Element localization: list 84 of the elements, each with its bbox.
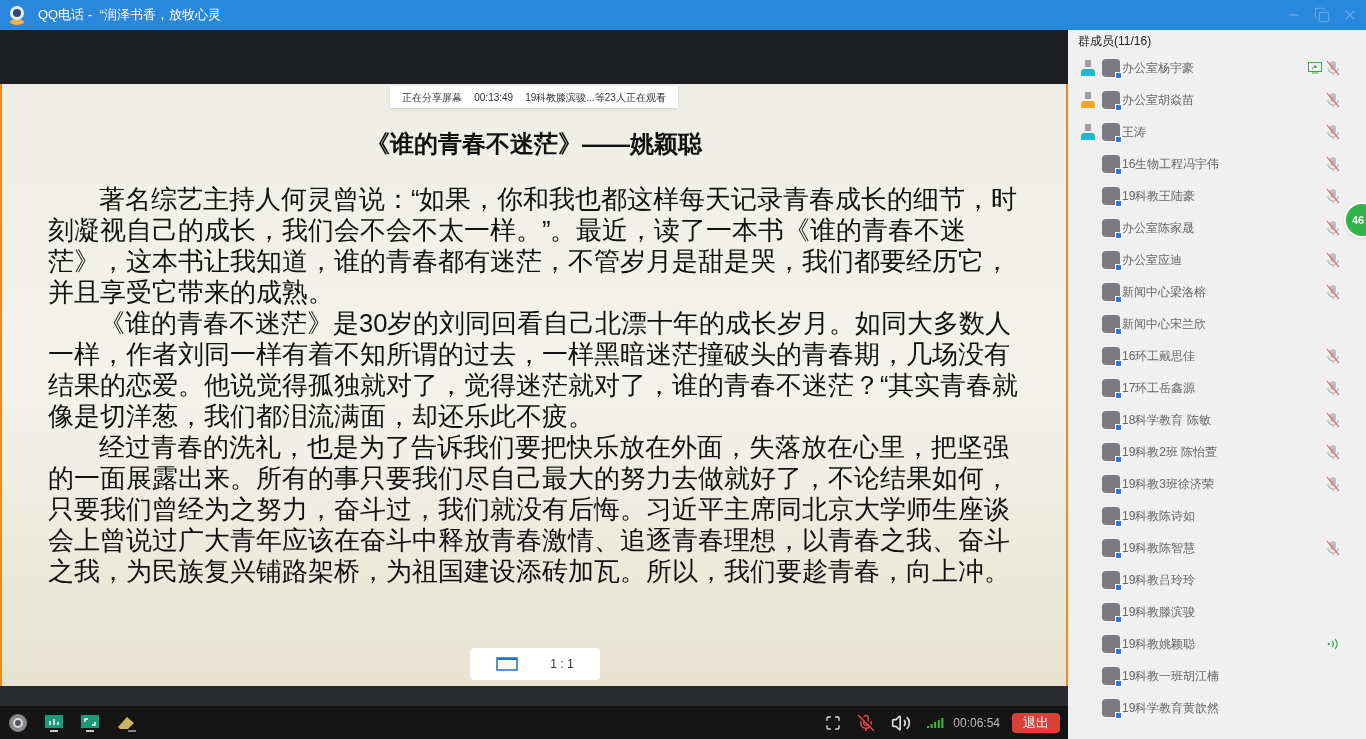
member-name: 19科教滕滨骏 <box>1122 604 1196 621</box>
window-icon <box>496 657 519 671</box>
avatar-placeholder <box>1102 539 1120 557</box>
member-name: 19科教陈诗如 <box>1122 508 1196 525</box>
member-row[interactable]: 19科教陈诗如 <box>1068 500 1342 532</box>
avatar-placeholder <box>1102 667 1120 685</box>
avatar-placeholder <box>1102 379 1120 397</box>
avatar-placeholder <box>1102 219 1120 237</box>
member-name: 王涛 <box>1122 124 1146 141</box>
call-timer: 00:06:54 <box>953 714 1000 732</box>
member-name: 18科学教育 陈敏 <box>1122 412 1211 429</box>
window-title: QQ电话 - “润泽书香，放牧心灵 <box>38 6 221 25</box>
share-status: 正在分享屏幕 <box>402 90 463 105</box>
avatar-placeholder <box>1102 347 1120 365</box>
member-name: 19科教3班徐济荣 <box>1122 476 1215 493</box>
member-row[interactable]: 19科教2班 陈怡萱 <box>1068 436 1342 468</box>
member-name: 19科教2班 陈怡萱 <box>1122 444 1218 461</box>
member-row[interactable]: 17环工岳鑫源 <box>1068 372 1342 404</box>
fullscreen-icon[interactable] <box>825 714 842 731</box>
member-name: 19科教王陆豪 <box>1122 188 1196 205</box>
camera-logo-icon <box>8 5 26 25</box>
member-row[interactable]: 新闻中心宋兰欣 <box>1068 308 1342 340</box>
member-name: 17环工岳鑫源 <box>1122 380 1196 397</box>
camera-icon[interactable] <box>8 712 28 733</box>
member-row[interactable]: 19科教一班胡江楠 <box>1068 660 1342 692</box>
member-row[interactable]: 19科教姚颖聪 <box>1068 628 1342 660</box>
member-name: 办公室应迪 <box>1122 252 1182 269</box>
avatar-placeholder <box>1102 571 1120 589</box>
member-row[interactable]: 19科教陈智慧 <box>1068 532 1342 564</box>
member-name: 办公室陈家晟 <box>1122 220 1194 237</box>
member-name: 19科教吕玲玲 <box>1122 572 1196 589</box>
viewer-count: 19科教滕滨骏...等23人正在观看 <box>525 90 666 105</box>
member-row[interactable]: 王涛 <box>1068 116 1342 148</box>
avatar-placeholder <box>1102 315 1120 333</box>
avatar-placeholder <box>1102 251 1120 269</box>
chart-monitor-icon[interactable] <box>44 712 64 733</box>
member-name: 16环工戴思佳 <box>1122 348 1196 365</box>
screen-share-icon[interactable] <box>80 712 100 733</box>
member-row[interactable]: 19科教王陆豪 <box>1068 180 1342 212</box>
avatar-placeholder <box>1102 443 1120 461</box>
member-name: 新闻中心梁洛榕 <box>1122 284 1206 301</box>
essay-paragraph: 《谁的青春不迷茫》是30岁的刘同回看自己北漂十年的成长岁月。如同大多数人一样，作者刘同一样有着不知所谓的过去，一样黑暗迷茫撞破头的青春期，几场没有结果的恋爱。他说觉得孤独就对了，觉得迷茫就对了，谁的青春不迷茫？“其实青春就像是切洋葱，我们都泪流满面，却还乐此不疲。 <box>48 308 1020 432</box>
muted-mic-icon[interactable] <box>857 713 876 732</box>
member-name: 19科教陈智慧 <box>1122 540 1196 557</box>
member-row[interactable]: 办公室陈家晟 <box>1068 212 1342 244</box>
member-row[interactable]: 办公室应迪 <box>1068 244 1342 276</box>
essay-title: 《谁的青春不迷茫》——姚颖聪 <box>366 129 702 159</box>
member-name: 16生物工程冯宇伟 <box>1122 156 1220 173</box>
essay-paragraph: 经过青春的洗礼，也是为了告诉我们要把快乐放在外面，失落放在心里，把坚强的一面展露出来。所有的事只要我们尽自己最大的努力去做就好了，不论结果如何，只要我们曾经为之努力，奋斗过，我们就没有后悔。习近平主席同北京大学师生座谈会上曾说过广大青年应该在奋斗中释放青春激情、追逐青春理想，以青春之我、奋斗之我，为民族复兴铺路架桥，为祖国建设添砖加瓦。所以，我们要趁青春，向上冲。 <box>48 432 1011 587</box>
avatar-placeholder <box>1102 411 1120 429</box>
speaker-icon[interactable] <box>891 712 912 733</box>
member-name: 19科教一班胡江楠 <box>1122 668 1220 685</box>
avatar-placeholder <box>1102 155 1120 173</box>
avatar-placeholder <box>1102 91 1120 109</box>
avatar-placeholder <box>1102 603 1120 621</box>
avatar-placeholder <box>1102 123 1120 141</box>
member-row[interactable]: 办公室胡焱苗 <box>1068 84 1342 116</box>
member-row[interactable]: 16生物工程冯宇伟 <box>1068 148 1342 180</box>
member-row[interactable]: 19科教3班徐济荣 <box>1068 468 1342 500</box>
member-row[interactable]: 18科学教育 陈敏 <box>1068 404 1342 436</box>
member-row[interactable]: 16环工戴思佳 <box>1068 340 1342 372</box>
member-row[interactable]: 办公室杨宇豪 <box>1068 52 1342 84</box>
member-row[interactable]: 新闻中心梁洛榕 <box>1068 276 1342 308</box>
member-name: 19科学教育黄歆然 <box>1122 700 1220 717</box>
avatar-placeholder <box>1102 699 1120 717</box>
share-elapsed: 00:13:49 <box>474 90 514 105</box>
member-row[interactable]: 19科教滕滨骏 <box>1068 596 1342 628</box>
ratio-button[interactable]: 1 : 1 <box>470 648 600 680</box>
avatar-placeholder <box>1102 59 1120 77</box>
exit-button[interactable]: 退出 <box>1012 712 1060 733</box>
member-name: 新闻中心宋兰欣 <box>1122 316 1206 333</box>
member-header: 群成员(11/16) <box>1077 33 1153 50</box>
avatar-placeholder <box>1102 187 1120 205</box>
avatar-placeholder <box>1102 475 1120 493</box>
avatar-placeholder <box>1102 635 1120 653</box>
member-name: 办公室胡焱苗 <box>1122 92 1194 109</box>
avatar-placeholder <box>1102 283 1120 301</box>
signal-icon <box>927 717 946 728</box>
member-row[interactable]: 19科教吕玲玲 <box>1068 564 1342 596</box>
member-row[interactable]: 19科学教育黄歆然 <box>1068 692 1342 724</box>
member-name: 办公室杨宇豪 <box>1122 60 1194 77</box>
member-name: 19科教姚颖聪 <box>1122 636 1196 653</box>
essay-paragraph: 著名综艺主持人何灵曾说：“如果，你和我也都这样每天记录青春成长的细节，时刻凝视自己的成长，我们会不会不太一样。”。最近，读了一本书《谁的青春不迷茫》，这本书让我知道，谁的青春都有迷茫，不管岁月是甜是哭，我们都要经历它，并且享受它带来的成熟。 <box>48 184 1019 308</box>
avatar-placeholder <box>1102 507 1120 525</box>
